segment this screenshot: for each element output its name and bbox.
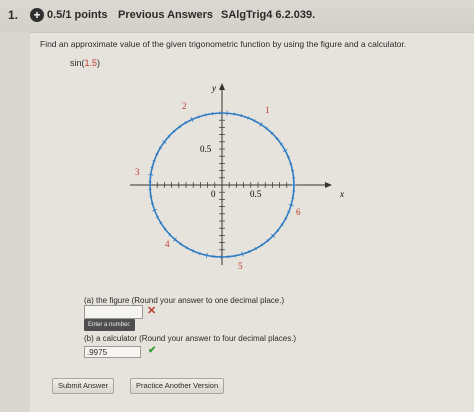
incorrect-x-icon: ✕ <box>147 304 156 317</box>
circle-tick <box>291 198 294 199</box>
function-argument: 1.5 <box>85 58 98 68</box>
part-b-label: (b) a calculator (Round your answer to f… <box>84 334 296 343</box>
arc-label-6: 6 <box>296 207 301 217</box>
x-tick-label: 0.5 <box>250 189 262 199</box>
arc-label-3: 3 <box>135 167 140 177</box>
submit-answer-button[interactable]: Submit Answer <box>52 378 114 394</box>
circle-tick <box>198 115 199 118</box>
circle-tick <box>205 113 206 116</box>
question-prompt: Find an approximate value of the given t… <box>40 39 474 49</box>
question-number: 1. <box>8 8 18 22</box>
circle-tick <box>289 163 292 164</box>
arc-label-1: 1 <box>265 105 270 115</box>
function-name: sin( <box>70 58 85 68</box>
x-axis-arrow <box>325 182 332 188</box>
circle-tick <box>148 174 153 175</box>
part-b-input[interactable]: .9975 <box>84 346 141 358</box>
arc-label-2: 2 <box>182 101 187 111</box>
arc-label-5: 5 <box>238 261 243 271</box>
y-axis-arrow <box>219 83 225 90</box>
y-tick-label: 0.5 <box>200 144 212 154</box>
circle-tick <box>241 114 242 117</box>
circle-tick <box>206 253 207 258</box>
origin-label: 0 <box>211 189 216 199</box>
correct-check-icon: ✔ <box>148 345 156 356</box>
circle-tick <box>291 170 294 171</box>
points-score: 0.5/1 points <box>47 9 108 21</box>
circle-tick <box>153 160 156 161</box>
circle-tick <box>234 113 235 116</box>
part-a-label: (a) the figure (Round your answer to one… <box>84 296 284 305</box>
question-header: 1. + 0.5/1 points Previous Answers SAlgT… <box>0 0 474 32</box>
previous-answers-link[interactable]: Previous Answers <box>118 9 213 21</box>
arc-label-4: 4 <box>165 239 170 249</box>
x-axis-label: x <box>339 189 344 199</box>
practice-another-version-button[interactable]: Practice Another Version <box>130 378 224 394</box>
circle-tick <box>235 254 236 257</box>
y-axis-label: y <box>211 83 216 93</box>
function-close: ) <box>97 58 100 68</box>
unit-circle-figure: y x 0.5 0.5 0 1 2 3 4 5 6 <box>110 75 350 275</box>
problem-code: SAlgTrig4 6.2.039. <box>221 9 315 21</box>
input-hint-tooltip: Enter a number. <box>84 319 135 331</box>
function-expression: sin(1.5) <box>70 58 100 68</box>
circle-tick <box>151 167 154 168</box>
circle-tick <box>199 252 200 255</box>
plus-icon[interactable]: + <box>30 8 44 22</box>
circle-tick <box>151 203 154 204</box>
part-a-input[interactable] <box>84 305 143 319</box>
